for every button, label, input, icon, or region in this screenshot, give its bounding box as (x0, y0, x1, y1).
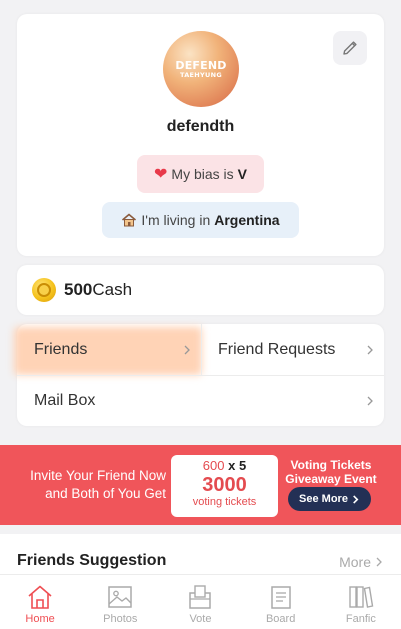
tab-photos[interactable]: Photos (80, 575, 160, 629)
chevron-right-icon (367, 345, 373, 355)
pencil-icon (343, 41, 357, 55)
photos-icon (108, 586, 133, 608)
tab-fanfic[interactable]: Fanfic (321, 575, 401, 629)
tab-home[interactable]: Home (0, 575, 80, 629)
ticket-total: 3000 (202, 474, 247, 496)
house-icon (121, 212, 137, 228)
tab-photos-label: Photos (103, 613, 138, 625)
ticket-card: 600 x 5 3000 voting tickets (171, 455, 278, 517)
friends-menu: Friends Friend Requests Mail Box (14, 324, 384, 426)
bias-label: My bias is (171, 166, 234, 182)
avatar-text-line2: TAEHYUNG (180, 70, 222, 79)
banner-invite-text: Invite Your Friend Now and Both of You G… (20, 467, 166, 503)
banner-invite-line2: and Both of You Get (45, 486, 166, 501)
ticket-times: x 5 (228, 458, 247, 473)
username: defendth (166, 118, 235, 135)
avatar[interactable]: DEFEND TAEHYUNG (163, 31, 239, 107)
friend-requests-menu-item[interactable]: Friend Requests (202, 324, 384, 375)
giveaway-text: Voting Tickets Giveaway Event (283, 458, 379, 486)
cash-card[interactable]: 500 Cash (17, 265, 384, 315)
banner-invite-line1: Invite Your Friend Now (30, 468, 166, 483)
chevron-right-icon (353, 494, 359, 504)
vote-icon (189, 585, 212, 609)
giveaway-line1: Voting Tickets (290, 458, 372, 472)
edit-profile-button[interactable] (333, 31, 367, 65)
tab-board-label: Board (265, 613, 296, 625)
location-badge: I'm living in Argentina (102, 202, 299, 238)
tab-vote-label: Vote (189, 613, 212, 625)
chevron-right-icon (367, 396, 373, 406)
friends-label: Friends (34, 340, 88, 358)
fanfic-icon (349, 586, 374, 608)
profile-card: DEFEND TAEHYUNG defendth ❤ My bias is V … (17, 14, 384, 256)
home-icon (28, 585, 52, 609)
cash-amount: 500 (64, 280, 93, 299)
tab-home-label: Home (25, 613, 55, 625)
mail-box-label: Mail Box (34, 391, 96, 409)
ticket-unit: voting tickets (192, 496, 257, 508)
giveaway-line2: Giveaway Event (285, 472, 377, 486)
heart-icon: ❤ (154, 166, 168, 183)
bias-value: V (237, 166, 247, 182)
see-more-label: See More (299, 493, 348, 505)
friends-suggestion-title: Friends Suggestion (17, 552, 167, 569)
location-label: I'm living in (141, 212, 211, 228)
more-label: More (339, 554, 371, 570)
invite-banner[interactable]: Invite Your Friend Now and Both of You G… (0, 445, 401, 525)
friends-suggestion-more-link[interactable]: More (339, 554, 384, 570)
bias-badge: ❤ My bias is V (137, 155, 264, 193)
coin-icon (32, 278, 56, 302)
tab-board[interactable]: Board (241, 575, 321, 629)
ticket-multiplier: 600 x 5 (171, 458, 278, 473)
ticket-count: 600 (202, 458, 225, 473)
board-icon (270, 586, 291, 609)
friends-suggestion-section: Friends Suggestion More (0, 534, 401, 574)
tab-vote[interactable]: Vote (160, 575, 240, 629)
mail-box-menu-item[interactable]: Mail Box (17, 375, 384, 426)
tab-fanfic-label: Fanfic (345, 613, 376, 625)
friend-requests-label: Friend Requests (218, 340, 336, 358)
friends-menu-item[interactable]: Friends (17, 324, 201, 375)
see-more-button[interactable]: See More (288, 487, 371, 511)
location-value: Argentina (214, 212, 280, 228)
bottom-tab-bar: Home Photos Vote Board Fanfic (0, 574, 401, 629)
avatar-text-line1: DEFEND (175, 58, 227, 72)
chevron-right-icon (184, 345, 190, 355)
chevron-right-icon (376, 557, 382, 567)
cash-unit: Cash (92, 280, 133, 299)
